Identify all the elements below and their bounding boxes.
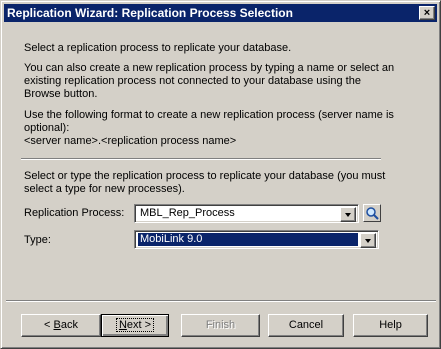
form-instructions: Select or type the replication process t… [24, 170, 386, 195]
intro-paragraph-create: You can also create a new replication pr… [24, 62, 395, 100]
chevron-down-icon[interactable] [340, 207, 356, 222]
cancel-button-label: Cancel [288, 319, 324, 331]
browse-button[interactable] [363, 204, 381, 222]
next-button[interactable]: Next > [101, 314, 169, 337]
intro-paragraph-format: Use the following format to create a new… [24, 109, 394, 134]
help-button-label: Help [379, 319, 402, 331]
format-example: <server name>.<replication process name> [24, 135, 237, 147]
title-bar: Replication Wizard: Replication Process … [4, 4, 437, 22]
close-icon: × [423, 7, 431, 19]
replication-process-label: Replication Process: [24, 207, 125, 219]
next-button-mnemonic: N [118, 319, 127, 331]
intro-line: Select a replication process to replicat… [24, 42, 292, 54]
back-button[interactable]: < Back [21, 314, 101, 337]
back-button-prefix: < [44, 319, 54, 331]
magnifier-icon [365, 206, 379, 220]
separator-bottom [6, 300, 436, 302]
next-button-label: ext > [126, 319, 152, 331]
next-button-focus: Next > [115, 318, 155, 332]
back-button-mnemonic: B [53, 319, 61, 331]
help-button[interactable]: Help [353, 314, 428, 337]
window-title: Replication Wizard: Replication Process … [7, 6, 293, 20]
replication-wizard-dialog: Replication Wizard: Replication Process … [0, 0, 441, 349]
replication-process-value[interactable]: MBL_Rep_Process [138, 207, 237, 220]
type-value[interactable]: MobiLink 9.0 [138, 233, 358, 246]
back-button-label: ack [60, 319, 78, 331]
finish-button-label: Finish [205, 319, 236, 331]
cancel-button[interactable]: Cancel [268, 314, 344, 337]
type-label: Type: [24, 234, 51, 246]
finish-button[interactable]: Finish [181, 314, 260, 337]
close-button[interactable]: × [419, 6, 435, 20]
separator-top [21, 158, 381, 160]
type-combobox[interactable]: MobiLink 9.0 [134, 230, 379, 249]
chevron-down-icon[interactable] [360, 233, 376, 248]
replication-process-combobox[interactable]: MBL_Rep_Process [134, 204, 359, 223]
